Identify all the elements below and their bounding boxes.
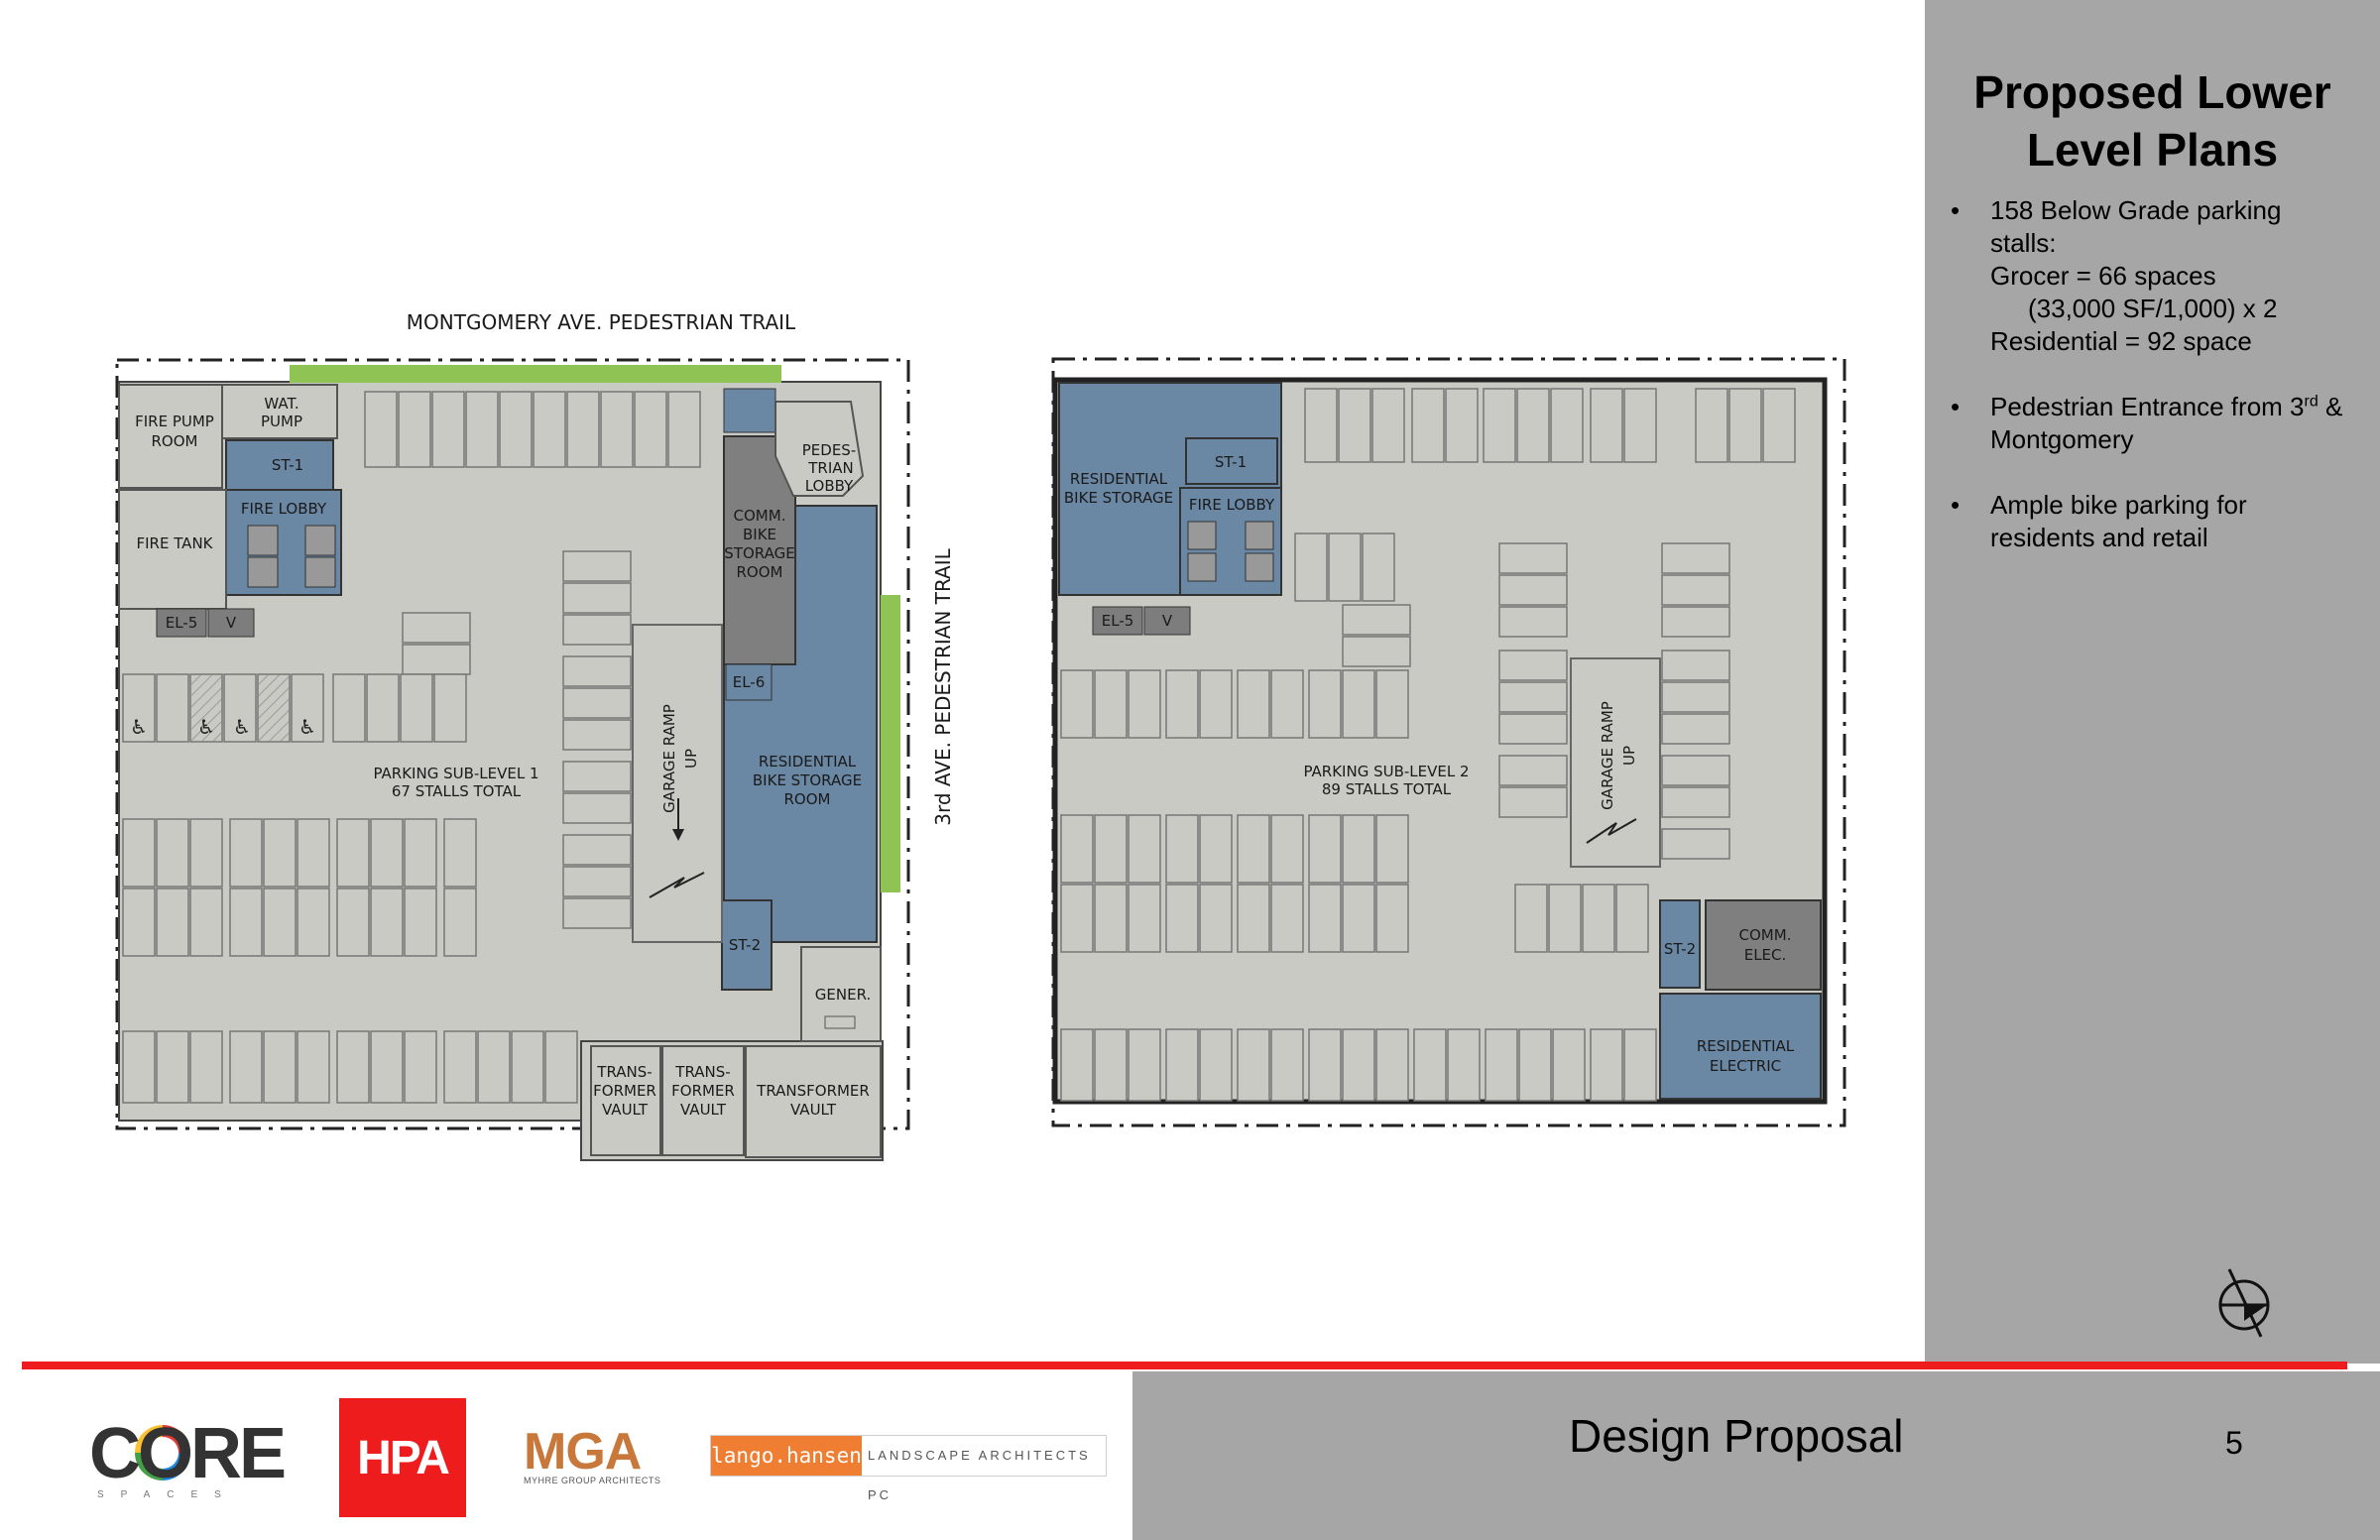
svg-text:67 STALLS TOTAL: 67 STALLS TOTAL (392, 782, 522, 800)
plan1-street-top: MONTGOMERY AVE. PEDESTRIAN TRAIL (407, 310, 796, 334)
plan-sub-level-2: RESIDENTIAL BIKE STORAGE ST-1 FIRE LOBBY… (1051, 357, 1846, 1127)
svg-text:BIKE STORAGE: BIKE STORAGE (753, 771, 862, 789)
svg-text:♿: ♿ (197, 715, 215, 739)
north-arrow-icon (2218, 1268, 2270, 1338)
plan1-street-right: 3rd AVE. PEDESTRIAN TRAIL (931, 547, 955, 825)
svg-text:VAULT: VAULT (602, 1101, 649, 1119)
svg-text:LOBBY: LOBBY (805, 477, 854, 495)
plan1-fire-pump-room-label: FIRE PUMP (135, 413, 214, 430)
plan1-wat-pump-label: WAT. (264, 395, 298, 413)
plan1-el6-label: EL-6 (733, 673, 766, 691)
svg-text:89 STALLS TOTAL: 89 STALLS TOTAL (1322, 780, 1452, 798)
plan1-landscape-right (881, 595, 900, 892)
plan1-trans-vault-3-label: TRANSFORMER (756, 1082, 870, 1100)
plan1-trans-vault-1-label: TRANS- (596, 1063, 652, 1081)
svg-text:ROOM: ROOM (737, 563, 783, 581)
panel-title: Proposed Lower Level Plans (1973, 66, 2331, 176)
svg-text:FORMER: FORMER (671, 1082, 735, 1100)
plan1-fire-tank-label: FIRE TANK (136, 534, 213, 552)
lango-hansen-logo: lango.hansen LANDSCAPE ARCHITECTS PC (710, 1435, 1107, 1502)
hpa-logo: HPA (339, 1398, 466, 1517)
plan1-el5-label: EL-5 (166, 614, 198, 632)
plan1-trans-vault-2-label: TRANS- (674, 1063, 730, 1081)
page-number: 5 (2225, 1425, 2243, 1461)
plan2-comm-elec-label: COMM. (1739, 926, 1792, 944)
plan2-v-label: V (1162, 612, 1173, 630)
plan1-gener-label: GENER. (815, 986, 871, 1004)
slide: ♿ ♿ ♿ ♿ MONTGOMERY AVE. PEDESTRIAN TRAIL 3r… (0, 0, 2380, 1540)
svg-text:BIKE: BIKE (743, 526, 776, 543)
svg-text:VAULT: VAULT (680, 1101, 727, 1119)
plan1-ped-lobby-label: PEDES- (802, 441, 857, 459)
bullet-parking-stalls: 158 Below Grade parking stalls: Grocer =… (1943, 194, 2369, 358)
plan2-res-elec-label: RESIDENTIAL (1697, 1037, 1795, 1055)
plan1-st1-label: ST-1 (272, 456, 303, 474)
plan2-fire-lobby-label: FIRE LOBBY (1189, 496, 1275, 514)
core-spaces-logo: CORE SPACES (89, 1414, 287, 1500)
plan1-comm-bike-label: COMM. (734, 507, 786, 525)
plan1-ramp-label: GARAGE RAMP (660, 704, 678, 813)
footer-title: Design Proposal (1569, 1410, 1904, 1462)
plan2-st1-label: ST-1 (1215, 453, 1247, 471)
svg-text:BIKE STORAGE: BIKE STORAGE (1064, 489, 1173, 507)
plan2-level-label: PARKING SUB-LEVEL 2 (1303, 763, 1469, 780)
svg-text:ROOM: ROOM (784, 790, 831, 808)
svg-text:UP: UP (1620, 746, 1638, 766)
plan2-comm-elec (1705, 899, 1822, 991)
lower-level-plans: ♿ ♿ ♿ ♿ MONTGOMERY AVE. PEDESTRIAN TRAIL 3r… (115, 310, 1846, 1161)
plan2-st2-label: ST-2 (1664, 940, 1696, 958)
bullet-bike-parking: Ample bike parking for residents and ret… (1943, 489, 2369, 554)
svg-text:♿: ♿ (298, 715, 316, 739)
plan2-res-bike-label: RESIDENTIAL (1070, 470, 1168, 488)
plan1-level-label: PARKING SUB-LEVEL 1 (373, 765, 538, 782)
svg-text:VAULT: VAULT (790, 1101, 837, 1119)
svg-text:♿: ♿ (130, 715, 148, 739)
svg-text:ROOM: ROOM (152, 432, 198, 450)
plan2-el5-label: EL-5 (1102, 612, 1134, 630)
bullet-list: 158 Below Grade parking stalls: Grocer =… (1943, 194, 2369, 587)
svg-text:♿: ♿ (233, 715, 251, 739)
plan2-ramp-label: GARAGE RAMP (1599, 701, 1616, 810)
svg-text:ELECTRIC: ELECTRIC (1710, 1057, 1781, 1075)
plan1-fire-lobby-label: FIRE LOBBY (241, 500, 327, 518)
plan-sub-level-1: ♿ ♿ ♿ ♿ MONTGOMERY AVE. PEDESTRIAN TRAIL 3r… (115, 310, 955, 1161)
plan1-st2-label: ST-2 (729, 936, 761, 954)
mga-logo: MGA MYHRE GROUP ARCHITECTS (524, 1423, 661, 1485)
plan1-v-label: V (226, 614, 237, 632)
svg-text:PUMP: PUMP (261, 413, 302, 430)
plan1-res-bike-label: RESIDENTIAL (759, 753, 857, 770)
plan1-landscape-top (290, 365, 781, 383)
svg-text:UP: UP (682, 749, 700, 769)
info-panel: Proposed Lower Level Plans 158 Below Gra… (1925, 0, 2380, 1363)
svg-text:STORAGE: STORAGE (724, 544, 794, 562)
svg-text:FORMER: FORMER (593, 1082, 656, 1100)
svg-text:ELEC.: ELEC. (1744, 946, 1787, 964)
svg-text:TRIAN: TRIAN (807, 459, 854, 477)
footer-divider (22, 1362, 2347, 1369)
bullet-pedestrian-entrance: Pedestrian Entrance from 3rd & Montgomer… (1943, 391, 2369, 456)
